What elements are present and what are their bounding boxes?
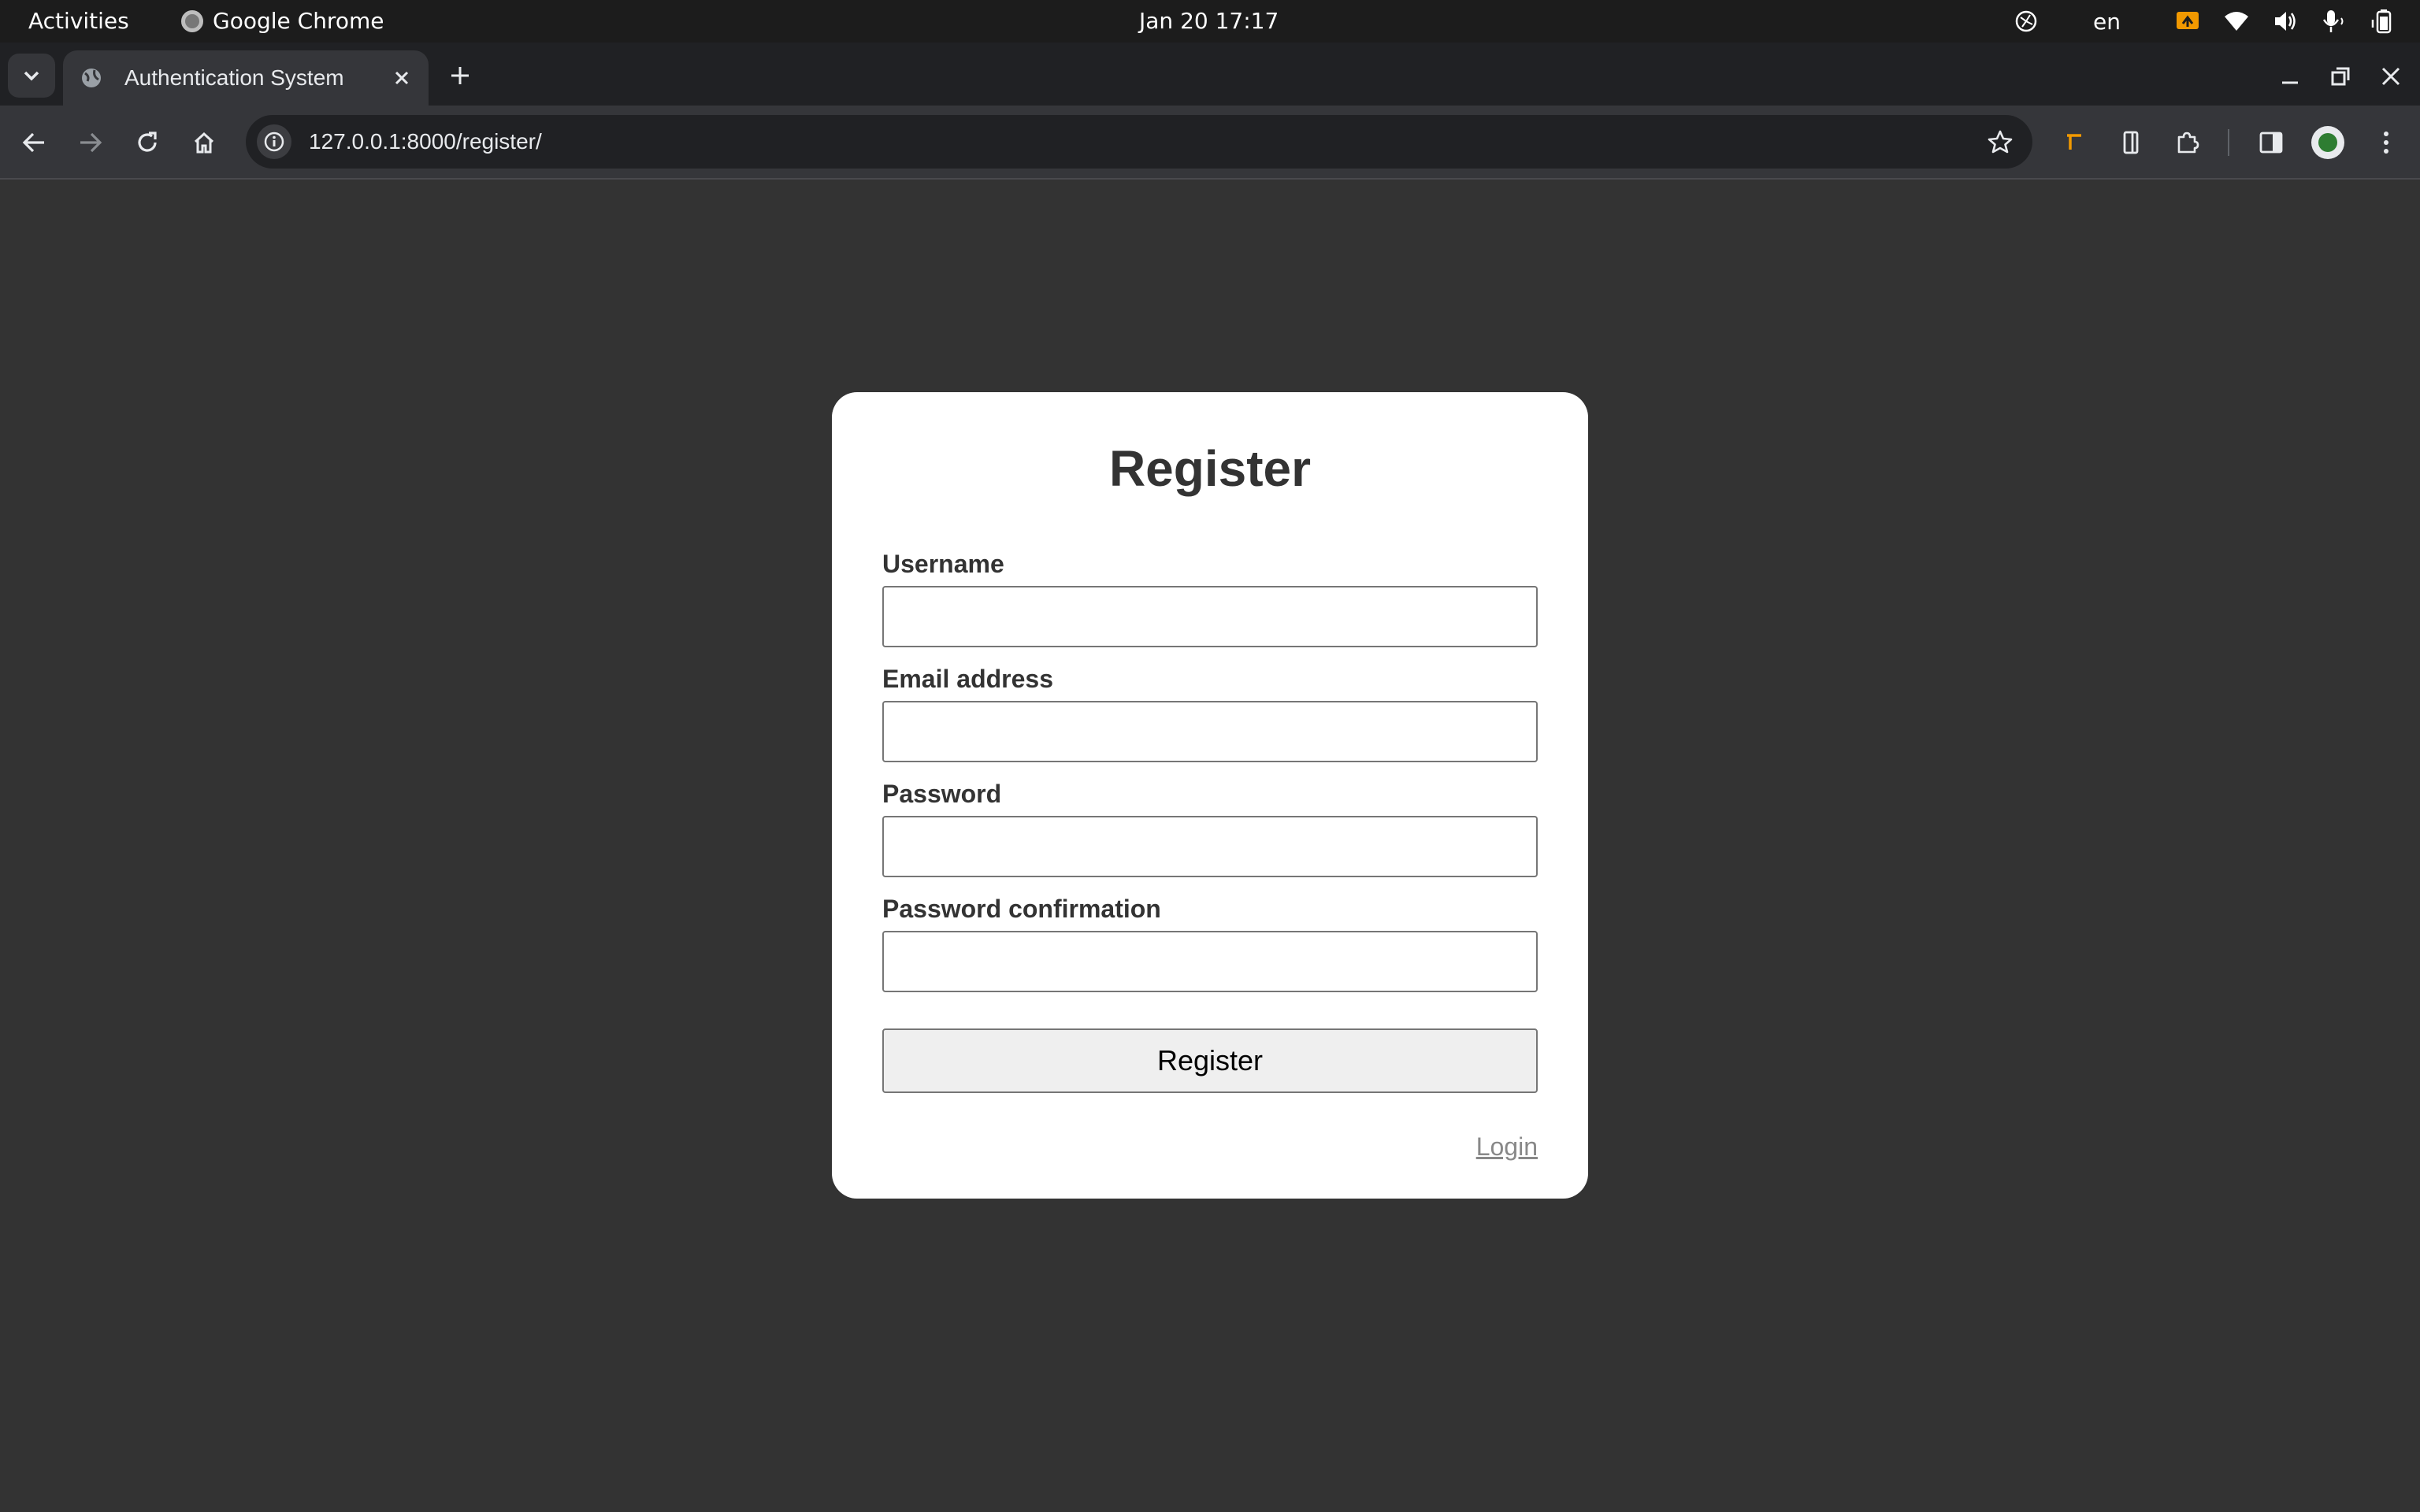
home-icon	[194, 132, 214, 154]
wifi-icon[interactable]	[2223, 8, 2250, 35]
tab-strip: Authentication System	[0, 43, 2420, 106]
clock[interactable]: Jan 20 17:17	[1139, 8, 1279, 34]
profile-avatar[interactable]	[2311, 126, 2344, 159]
new-tab-button[interactable]	[443, 58, 477, 93]
password-confirmation-label: Password confirmation	[882, 895, 1161, 923]
avatar-image	[2318, 133, 2337, 152]
reload-button[interactable]	[128, 123, 167, 162]
volume-icon[interactable]	[2272, 8, 2299, 35]
side-panel-button[interactable]	[2251, 123, 2291, 162]
tab-title: Authentication System	[124, 65, 344, 90]
email-input[interactable]	[882, 701, 1538, 762]
minimize-icon	[2282, 81, 2298, 84]
arrow-left-icon	[22, 132, 44, 153]
tablet-icon	[2123, 131, 2139, 154]
register-card: Register Username Email address Password…	[832, 392, 1588, 1199]
maximize-button[interactable]	[2321, 57, 2360, 96]
arrow-right-icon	[80, 132, 102, 153]
tab-search-button[interactable]	[8, 54, 55, 98]
screen-share-icon[interactable]	[2174, 8, 2201, 35]
page-content: Register Username Email address Password…	[0, 180, 2420, 1512]
login-link[interactable]: Login	[1476, 1132, 1538, 1162]
back-button[interactable]	[14, 123, 54, 162]
system-tray[interactable]: en	[2013, 6, 2396, 36]
globe-icon	[79, 65, 104, 91]
forward-button[interactable]	[71, 123, 110, 162]
chrome-app-icon	[181, 9, 203, 32]
bookmark-star-icon[interactable]	[1980, 122, 2020, 161]
home-button[interactable]	[184, 123, 224, 162]
plus-icon	[451, 67, 469, 84]
puzzle-icon	[2177, 132, 2199, 154]
language-indicator[interactable]: en	[2093, 9, 2121, 35]
activities-button[interactable]: Activities	[28, 8, 129, 34]
system-top-bar: Activities Google Chrome Jan 20 17:17 en	[0, 0, 2420, 43]
site-info-icon[interactable]	[257, 124, 291, 159]
toolbar-divider	[2228, 129, 2229, 156]
app-name-label: Google Chrome	[213, 8, 384, 34]
extensions-menu-button[interactable]	[2168, 123, 2207, 162]
extension-button[interactable]	[2054, 123, 2094, 162]
close-window-button[interactable]	[2371, 57, 2411, 96]
more-vert-icon	[2384, 132, 2388, 154]
close-tab-icon[interactable]	[386, 62, 418, 94]
side-panel-icon	[2259, 132, 2283, 154]
address-bar[interactable]: 127.0.0.1:8000/register/	[246, 115, 2032, 169]
tab-authentication-system[interactable]: Authentication System	[63, 50, 429, 106]
extension-pin-icon	[2067, 134, 2081, 150]
page-title: Register	[1108, 440, 1312, 497]
screenshot-indicator-icon[interactable]	[2013, 8, 2040, 35]
minimize-button[interactable]	[2270, 57, 2310, 96]
battery-icon[interactable]	[2370, 8, 2396, 35]
username-input[interactable]	[882, 586, 1538, 647]
password-confirmation-input[interactable]	[882, 931, 1538, 992]
app-menu[interactable]: Google Chrome	[181, 8, 384, 34]
url-text[interactable]: 127.0.0.1:8000/register/	[309, 129, 1980, 154]
email-label: Email address	[882, 665, 1053, 693]
reading-mode-button[interactable]	[2111, 123, 2151, 162]
chrome-menu-button[interactable]	[2366, 123, 2406, 162]
reload-icon	[138, 132, 157, 152]
password-label: Password	[882, 780, 1002, 808]
microphone-icon[interactable]	[2321, 8, 2348, 35]
chevron-down-icon	[24, 71, 39, 81]
close-icon	[2381, 67, 2400, 86]
restore-icon	[2331, 67, 2350, 86]
username-label: Username	[882, 550, 1004, 578]
register-button[interactable]: Register	[882, 1028, 1538, 1093]
browser-toolbar: 127.0.0.1:8000/register/	[0, 106, 2420, 180]
password-input[interactable]	[882, 816, 1538, 877]
